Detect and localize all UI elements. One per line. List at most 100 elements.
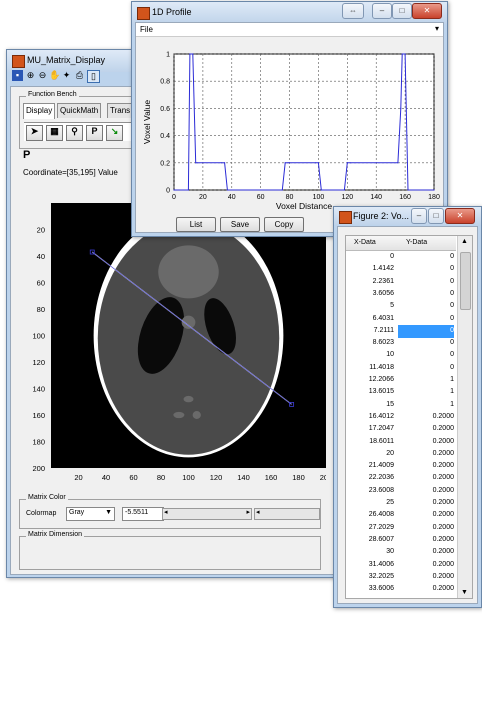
magnify-tool-button[interactable]: ⚲ bbox=[66, 125, 83, 141]
print-icon[interactable]: ⎙ bbox=[74, 70, 85, 81]
table-row[interactable]: 16.4012 0.2000 bbox=[346, 411, 456, 423]
x-data-cell[interactable]: 2.2361 bbox=[373, 278, 394, 285]
vertical-scrollbar[interactable]: ▲ ▼ bbox=[457, 236, 472, 598]
tab-display[interactable]: Display bbox=[23, 103, 56, 119]
copy-button[interactable]: Copy bbox=[264, 217, 304, 232]
table-row[interactable]: 18.6011 0.2000 bbox=[346, 436, 456, 448]
slider-left-arrow-icon[interactable]: ◂ bbox=[256, 508, 260, 516]
x-data-cell[interactable]: 33.6006 bbox=[369, 585, 394, 592]
x-data-cell[interactable]: 23.6008 bbox=[369, 487, 394, 494]
y-data-cell[interactable]: 0.2000 bbox=[433, 561, 454, 568]
x-data-cell[interactable]: 11.4018 bbox=[369, 364, 394, 371]
close-button[interactable]: ✕ bbox=[445, 208, 475, 224]
pan-icon[interactable]: ✋ bbox=[49, 70, 60, 81]
table-row[interactable]: 3.6056 0 bbox=[346, 288, 456, 300]
x-data-cell[interactable]: 5 bbox=[390, 302, 394, 309]
y-data-cell[interactable]: 0.2000 bbox=[433, 585, 454, 592]
y-data-cell[interactable]: 0.2000 bbox=[433, 536, 454, 543]
save-icon[interactable]: ▪ bbox=[12, 70, 23, 81]
table-row[interactable]: 25 0.2000 bbox=[346, 497, 456, 509]
range-min-field[interactable]: -5.5511 bbox=[122, 507, 164, 521]
y-data-cell[interactable]: 0.2000 bbox=[433, 524, 454, 531]
y-data-cell[interactable]: 0.2000 bbox=[433, 548, 454, 555]
table-row[interactable]: 17.2047 0.2000 bbox=[346, 423, 456, 435]
table-row[interactable]: 33.6006 0.2000 bbox=[346, 583, 456, 595]
slider-right-arrow-icon[interactable]: ▸ bbox=[246, 508, 250, 516]
y-data-cell[interactable]: 0.2000 bbox=[433, 474, 454, 481]
y-data-cell[interactable]: 0 bbox=[450, 253, 454, 260]
table-row[interactable]: 22.2036 0.2000 bbox=[346, 472, 456, 484]
y-data-cell[interactable]: 0.2000 bbox=[433, 511, 454, 518]
table-row[interactable]: 30 0.2000 bbox=[346, 546, 456, 558]
menu-dropdown-icon[interactable]: ▾ bbox=[435, 24, 439, 33]
col-header-y[interactable]: Y-Data bbox=[406, 239, 427, 246]
table-row[interactable]: 20 0.2000 bbox=[346, 448, 456, 460]
x-data-cell[interactable]: 7.2111 bbox=[374, 327, 394, 334]
y-data-cell[interactable]: 0.2000 bbox=[433, 573, 454, 580]
slider-left-arrow-icon[interactable]: ◂ bbox=[164, 508, 168, 516]
y-data-cell[interactable]: 0.2000 bbox=[433, 425, 454, 432]
x-data-cell[interactable]: 18.6011 bbox=[369, 438, 394, 445]
color-max-slider[interactable]: ◂ bbox=[254, 508, 320, 520]
x-data-cell[interactable]: 15 bbox=[386, 401, 394, 408]
profile-tool-button[interactable]: P bbox=[86, 125, 103, 141]
x-data-cell[interactable]: 31.4006 bbox=[369, 561, 394, 568]
y-data-cell[interactable]: 0 bbox=[450, 265, 454, 272]
table-row[interactable]: 1.4142 0 bbox=[346, 263, 456, 275]
x-data-cell[interactable]: 25 bbox=[386, 499, 394, 506]
maximize-button[interactable]: □ bbox=[392, 3, 412, 19]
x-data-cell[interactable]: 20 bbox=[386, 450, 394, 457]
table-row[interactable]: 2.2361 0 bbox=[346, 276, 456, 288]
y-data-cell[interactable]: 0 bbox=[450, 339, 454, 346]
scrollbar-thumb[interactable] bbox=[460, 252, 471, 310]
x-data-cell[interactable]: 1.4142 bbox=[373, 265, 394, 272]
y-data-cell[interactable]: 0 bbox=[450, 302, 454, 309]
grid-tool-button[interactable]: ▦ bbox=[46, 125, 63, 141]
y-data-cell[interactable]: 0.2000 bbox=[433, 438, 454, 445]
matrix-image-plot[interactable]: 20 40 60 80 100 120 140 160 180 200 20 40 60 80 100 120… bbox=[21, 203, 326, 488]
y-data-cell[interactable]: 0.2000 bbox=[433, 450, 454, 457]
table-row[interactable]: 27.2029 0.2000 bbox=[346, 522, 456, 534]
y-data-cell[interactable]: 1 bbox=[450, 388, 454, 395]
x-data-cell[interactable]: 8.6023 bbox=[373, 339, 394, 346]
color-min-slider[interactable]: ◂ ▸ bbox=[162, 508, 252, 520]
colormap-select[interactable]: Gray ▼ bbox=[66, 507, 115, 521]
y-data-cell[interactable]: 0.2000 bbox=[433, 487, 454, 494]
x-data-cell[interactable]: 28.6007 bbox=[369, 536, 394, 543]
y-data-cell[interactable]: 1 bbox=[450, 376, 454, 383]
x-data-cell[interactable]: 6.4031 bbox=[373, 315, 394, 322]
x-data-cell[interactable]: 32.2025 bbox=[369, 573, 394, 580]
y-data-cell[interactable]: 0 bbox=[450, 290, 454, 297]
x-data-cell[interactable]: 17.2047 bbox=[369, 425, 394, 432]
pointer-tool-button[interactable]: ➤ bbox=[26, 125, 43, 141]
x-data-cell[interactable]: 3.6056 bbox=[373, 290, 394, 297]
x-data-cell[interactable]: 12.2066 bbox=[369, 376, 394, 383]
y-data-cell[interactable]: 0 bbox=[450, 351, 454, 358]
table-row[interactable]: 00 bbox=[346, 251, 456, 263]
table-row[interactable]: 21.4009 0.2000 bbox=[346, 460, 456, 472]
table-row[interactable]: 10 0 bbox=[346, 349, 456, 361]
x-data-cell[interactable]: 27.2029 bbox=[369, 524, 394, 531]
scroll-down-arrow-icon[interactable]: ▼ bbox=[461, 589, 468, 596]
y-data-cell[interactable]: 0.2000 bbox=[433, 462, 454, 469]
x-data-cell[interactable]: 22.2036 bbox=[369, 474, 394, 481]
minimize-button[interactable]: – bbox=[411, 208, 427, 224]
table-row[interactable]: 26.4008 0.2000 bbox=[346, 509, 456, 521]
y-data-cell[interactable]: 0.2000 bbox=[433, 499, 454, 506]
y-data-cell[interactable]: 0 bbox=[450, 364, 454, 371]
maximize-button[interactable]: □ bbox=[428, 208, 444, 224]
x-data-cell[interactable]: 30 bbox=[386, 548, 394, 555]
table-row[interactable]: 7.2111 0 bbox=[346, 324, 456, 338]
tab-quickmath[interactable]: QuickMath bbox=[57, 103, 102, 118]
x-data-cell[interactable]: 16.4012 bbox=[369, 413, 394, 420]
y-data-cell[interactable]: 0 bbox=[398, 324, 454, 338]
table-row[interactable]: 31.4006 0.2000 bbox=[346, 559, 456, 571]
y-data-cell[interactable]: 0.2000 bbox=[433, 413, 454, 420]
table-row[interactable]: 12.2066 1 bbox=[346, 374, 456, 386]
col-header-x[interactable]: X-Data bbox=[354, 239, 376, 246]
tab-trans[interactable]: Trans bbox=[107, 103, 134, 118]
table-row[interactable]: 32.2025 0.2000 bbox=[346, 571, 456, 583]
scroll-up-arrow-icon[interactable]: ▲ bbox=[461, 238, 468, 245]
y-data-cell[interactable]: 0 bbox=[450, 278, 454, 285]
x-data-cell[interactable]: 26.4008 bbox=[369, 511, 394, 518]
